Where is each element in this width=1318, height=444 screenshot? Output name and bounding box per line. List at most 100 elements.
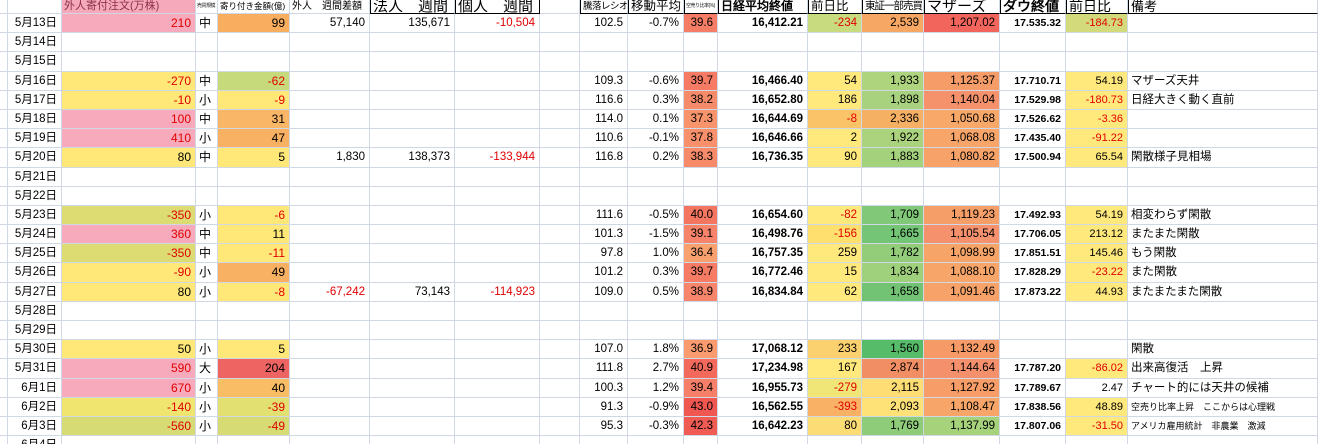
cell-foreign[interactable]: -90 bbox=[62, 263, 196, 282]
header-amount[interactable]: 寄り付き金額(億) bbox=[218, 0, 290, 14]
cell-blank[interactable] bbox=[540, 187, 580, 206]
header-hweek[interactable]: 法人 週間 bbox=[370, 0, 455, 14]
header-foreign[interactable]: 外人寄付注文(万株) bbox=[62, 0, 196, 14]
cell-nikkei[interactable]: 16,772.46 bbox=[718, 263, 808, 282]
cell-amount[interactable]: 40 bbox=[218, 379, 290, 398]
header-blank[interactable] bbox=[540, 0, 580, 14]
cell-hweek[interactable] bbox=[370, 206, 455, 225]
header-ndiff[interactable]: 前日比 bbox=[808, 0, 862, 14]
cell-hweek[interactable]: 138,373 bbox=[370, 148, 455, 167]
cell-dow[interactable]: 17.706.05 bbox=[1000, 225, 1066, 244]
cell-gweek[interactable] bbox=[290, 129, 370, 148]
header-iweek[interactable]: 個人 週間 bbox=[455, 0, 540, 14]
cell-hweek[interactable] bbox=[370, 436, 455, 444]
cell-tosho[interactable] bbox=[862, 302, 924, 321]
cell-gweek[interactable] bbox=[290, 168, 370, 187]
cell-ndiff[interactable]: 2 bbox=[808, 129, 862, 148]
cell-gweek[interactable] bbox=[290, 379, 370, 398]
cell-hweek[interactable] bbox=[370, 129, 455, 148]
cell-amount[interactable] bbox=[218, 321, 290, 340]
cell-tosho[interactable]: 1,883 bbox=[862, 148, 924, 167]
cell-amount[interactable]: 11 bbox=[218, 225, 290, 244]
cell-ma[interactable]: 0.1% bbox=[628, 110, 684, 129]
cell-hweek[interactable] bbox=[370, 72, 455, 91]
cell-sratio[interactable]: 42.3 bbox=[684, 417, 718, 436]
cell-size[interactable]: 中 bbox=[196, 110, 218, 129]
cell-ndiff[interactable]: 54 bbox=[808, 72, 862, 91]
cell-remarks[interactable]: また閑散 bbox=[1128, 263, 1318, 282]
cell-nikkei[interactable]: 16,562.55 bbox=[718, 398, 808, 417]
header-mothers[interactable]: マザーズ bbox=[924, 0, 1000, 14]
cell-dow[interactable]: 17.526.62 bbox=[1000, 110, 1066, 129]
cell-a[interactable] bbox=[0, 72, 8, 91]
cell-amount[interactable]: 5 bbox=[218, 148, 290, 167]
cell-remarks[interactable] bbox=[1128, 129, 1318, 148]
cell-amount[interactable]: -39 bbox=[218, 398, 290, 417]
cell-blank[interactable] bbox=[540, 14, 580, 33]
cell-blank[interactable] bbox=[540, 72, 580, 91]
cell-remarks[interactable] bbox=[1128, 187, 1318, 206]
cell-date[interactable]: 5月17日 bbox=[8, 91, 62, 110]
cell-iweek[interactable] bbox=[455, 263, 540, 282]
cell-dow[interactable]: 17.787.20 bbox=[1000, 359, 1066, 378]
cell-tosho[interactable]: 2,115 bbox=[862, 379, 924, 398]
cell-remarks[interactable]: アメリカ雇用統計 非農業 激減 bbox=[1128, 417, 1318, 436]
cell-size[interactable] bbox=[196, 436, 218, 444]
cell-ndiff[interactable]: 167 bbox=[808, 359, 862, 378]
cell-amount[interactable]: 47 bbox=[218, 129, 290, 148]
cell-size[interactable]: 小 bbox=[196, 398, 218, 417]
cell-date[interactable]: 5月25日 bbox=[8, 244, 62, 263]
cell-a[interactable] bbox=[0, 398, 8, 417]
cell-mothers[interactable] bbox=[924, 52, 1000, 71]
cell-mothers[interactable] bbox=[924, 33, 1000, 52]
cell-hweek[interactable] bbox=[370, 340, 455, 359]
cell-tosho[interactable]: 1,658 bbox=[862, 283, 924, 302]
cell-tosho[interactable] bbox=[862, 321, 924, 340]
cell-foreign[interactable]: -350 bbox=[62, 206, 196, 225]
cell-remarks[interactable] bbox=[1128, 436, 1318, 444]
cell-nikkei[interactable]: 17,068.12 bbox=[718, 340, 808, 359]
cell-ddiff[interactable]: 145.46 bbox=[1066, 244, 1128, 263]
cell-ddiff[interactable] bbox=[1066, 187, 1128, 206]
cell-mothers[interactable] bbox=[924, 436, 1000, 444]
cell-amount[interactable]: 99 bbox=[218, 14, 290, 33]
cell-size[interactable]: 小 bbox=[196, 91, 218, 110]
cell-ratio[interactable]: 102.5 bbox=[580, 14, 628, 33]
cell-iweek[interactable] bbox=[455, 321, 540, 340]
cell-blank[interactable] bbox=[540, 283, 580, 302]
cell-hweek[interactable] bbox=[370, 302, 455, 321]
cell-sratio[interactable]: 38.9 bbox=[684, 283, 718, 302]
cell-iweek[interactable] bbox=[455, 187, 540, 206]
cell-size[interactable]: 小 bbox=[196, 340, 218, 359]
cell-a[interactable] bbox=[0, 33, 8, 52]
cell-blank[interactable] bbox=[540, 168, 580, 187]
cell-ratio[interactable]: 91.3 bbox=[580, 398, 628, 417]
cell-ratio[interactable]: 101.3 bbox=[580, 225, 628, 244]
cell-dow[interactable] bbox=[1000, 168, 1066, 187]
cell-gweek[interactable] bbox=[290, 359, 370, 378]
cell-size[interactable] bbox=[196, 52, 218, 71]
cell-sratio[interactable]: 39.4 bbox=[684, 379, 718, 398]
cell-amount[interactable] bbox=[218, 52, 290, 71]
cell-a[interactable] bbox=[0, 379, 8, 398]
cell-ma[interactable] bbox=[628, 168, 684, 187]
cell-ndiff[interactable]: -156 bbox=[808, 225, 862, 244]
cell-dow[interactable]: 17.535.32 bbox=[1000, 14, 1066, 33]
cell-remarks[interactable]: 日経大きく動く直前 bbox=[1128, 91, 1318, 110]
cell-a[interactable] bbox=[0, 14, 8, 33]
header-nikkei[interactable]: 日経平均終値 bbox=[718, 0, 808, 14]
cell-foreign[interactable] bbox=[62, 436, 196, 444]
cell-blank[interactable] bbox=[540, 129, 580, 148]
cell-ratio[interactable] bbox=[580, 302, 628, 321]
cell-hweek[interactable] bbox=[370, 398, 455, 417]
cell-ndiff[interactable] bbox=[808, 302, 862, 321]
header-sratio[interactable]: 空売り比率(%) bbox=[684, 0, 718, 14]
cell-a[interactable] bbox=[0, 148, 8, 167]
cell-ndiff[interactable] bbox=[808, 52, 862, 71]
cell-hweek[interactable] bbox=[370, 417, 455, 436]
cell-tosho[interactable]: 1,933 bbox=[862, 72, 924, 91]
cell-ma[interactable]: 1.2% bbox=[628, 379, 684, 398]
cell-blank[interactable] bbox=[540, 91, 580, 110]
cell-sratio[interactable] bbox=[684, 302, 718, 321]
cell-size[interactable]: 小 bbox=[196, 263, 218, 282]
